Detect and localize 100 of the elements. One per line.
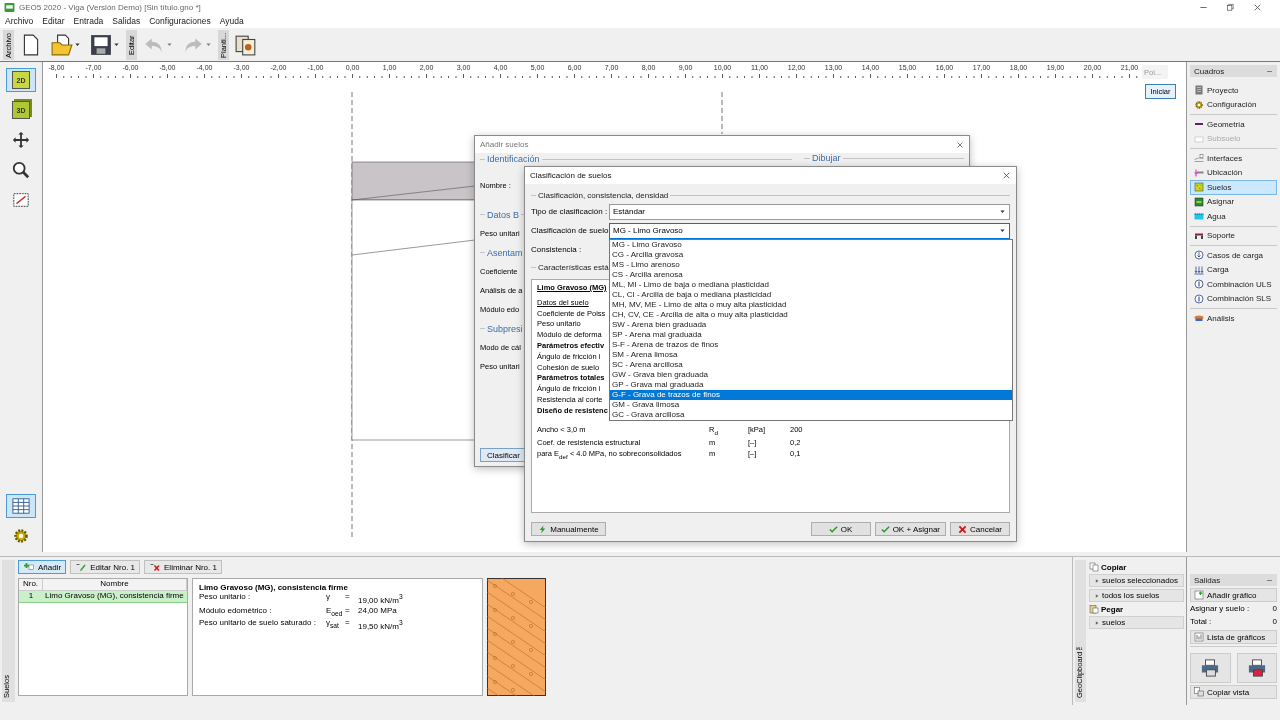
property-label: Peso unitario de suelo saturado : — [199, 618, 317, 630]
close-icon — [1253, 2, 1262, 12]
restore-icon — [1226, 2, 1235, 12]
printer-icon — [1247, 659, 1266, 677]
action-button[interactable]: Añadir — [18, 560, 67, 574]
delete-icon — [149, 562, 162, 572]
tool-button[interactable] — [6, 494, 36, 518]
menu-item[interactable]: Editar — [42, 16, 65, 26]
chart-list-icon — [1194, 632, 1204, 642]
classification-type-select[interactable]: Estándar — [609, 203, 1010, 220]
dialog-title: Clasificación de suelos — [530, 171, 612, 180]
count-value: 0 — [1272, 604, 1277, 615]
add-chart-icon — [1194, 590, 1204, 600]
close-icon — [958, 524, 967, 534]
property-symbol: γ$_{sat}$ — [326, 618, 340, 631]
equals-sign: = — [345, 605, 351, 617]
documents-icon — [235, 33, 257, 56]
analysis-icon — [1194, 313, 1204, 324]
panel-title: Cuadros — [1194, 66, 1225, 76]
menu-item[interactable]: Configuraciones — [149, 16, 211, 26]
field-label: Tipo de clasificación : — [531, 207, 609, 216]
equals-sign: = — [345, 618, 351, 630]
action-button[interactable]: Eliminar Nro. 1 — [144, 560, 222, 574]
column-header[interactable]: Nombre — [43, 579, 187, 591]
table-icon — [12, 497, 30, 515]
copy-view-icon — [1194, 687, 1204, 697]
layers-icon — [1194, 153, 1204, 164]
group-heading: Datos B — [487, 209, 519, 220]
dialog-button[interactable]: Cancelar — [950, 522, 1010, 536]
soil-class-select[interactable]: MG - Limo Gravoso — [609, 222, 1010, 239]
add-table-icon — [23, 562, 35, 572]
nav-item[interactable]: Combinación ULS — [1190, 277, 1277, 292]
clipboard-button[interactable]: suelos — [1089, 616, 1184, 629]
table-cell[interactable]: Limo Gravoso (MG), consistencia firme — [43, 591, 187, 603]
location-icon — [1194, 167, 1204, 178]
gear-icon — [1194, 99, 1204, 110]
dropdown-option[interactable]: G-F - Grava de trazos de finos — [610, 390, 1012, 400]
close-icon — [1002, 171, 1011, 180]
nav-item[interactable]: Casos de carga — [1190, 248, 1277, 263]
nav-item[interactable]: Configuración — [1190, 97, 1277, 112]
box-icon — [1194, 133, 1204, 144]
menu-item[interactable]: Archivo — [5, 16, 34, 26]
add-chart-button[interactable]: Añadir gráfico — [1190, 588, 1277, 602]
field-label: Clasificación de suelo — [531, 226, 609, 235]
group-heading: Dibujar — [812, 153, 841, 163]
nav-item[interactable]: Interfaces — [1190, 151, 1277, 166]
section-title: Copiar — [1101, 562, 1127, 572]
nav-item[interactable]: Soporte — [1190, 228, 1277, 243]
paste-icon — [1089, 604, 1099, 614]
printer-icon — [1201, 659, 1220, 677]
chart-list-button[interactable]: Lista de gráficos — [1190, 630, 1277, 644]
property-label: Módulo edométrico : — [199, 605, 273, 617]
classify-button[interactable]: Clasificar — [480, 448, 527, 462]
nav-item[interactable]: Agua — [1190, 209, 1277, 224]
menu-item[interactable]: Ayuda — [219, 16, 244, 26]
caret-icon — [113, 41, 120, 48]
pencil-icon — [75, 562, 88, 572]
nav-item[interactable]: Ubicación — [1190, 165, 1277, 180]
nav-item[interactable]: Suelos — [1190, 180, 1277, 195]
soil-block-icon — [1194, 196, 1204, 207]
nav-item[interactable]: Proyecto — [1190, 83, 1277, 98]
water-icon — [1194, 211, 1204, 222]
panel-title: Salidas — [1194, 575, 1221, 585]
circle-icon — [1194, 293, 1204, 304]
soil-block-icon — [1194, 182, 1204, 193]
dialog-button[interactable]: Manualmente — [531, 522, 606, 536]
field-label: Consistencia : — [531, 245, 583, 254]
menu-item[interactable]: Salidas — [112, 16, 141, 26]
count-label: Total : — [1190, 617, 1212, 628]
action-button[interactable]: Editar Nro. 1 — [70, 560, 141, 574]
dialog-button[interactable]: OK — [810, 522, 871, 536]
window-title: GEO5 2020 - Viga (Versión Demo) [Sin título.gno *] — [19, 2, 202, 12]
group-heading: Identificación — [487, 154, 540, 164]
clipboard-button[interactable]: suelos seleccionados — [1089, 574, 1184, 587]
print-button[interactable] — [1236, 653, 1277, 683]
fit-view-icon — [12, 191, 30, 209]
menu-item[interactable]: Entrada — [73, 16, 104, 26]
triangle-icon — [1094, 592, 1100, 599]
group-heading: Características está — [538, 262, 609, 272]
column-header[interactable]: Nro. — [19, 579, 43, 591]
copy-icon — [1089, 562, 1099, 572]
gear-icon — [12, 527, 30, 545]
print-button[interactable] — [1190, 653, 1231, 683]
nav-item[interactable]: Geometría — [1190, 117, 1277, 132]
property-value: 24,00 MPa — [358, 605, 398, 617]
caret-icon — [999, 208, 1006, 215]
clipboard-button[interactable]: todos los suelos — [1089, 589, 1184, 602]
copy-view-button[interactable]: Copiar vista — [1190, 685, 1277, 699]
folder-icon — [51, 33, 73, 56]
property-label: Peso unitario : — [199, 592, 252, 603]
nav-item[interactable]: Análisis — [1190, 311, 1277, 326]
group-heading: Asentam — [487, 247, 523, 258]
dialog-button[interactable]: OK + Asignar — [874, 522, 946, 536]
table-cell[interactable]: 1 — [19, 591, 43, 603]
nav-item[interactable]: Carga — [1190, 262, 1277, 277]
nav-item[interactable]: Asignar — [1190, 194, 1277, 209]
nav-item[interactable]: Combinación SLS — [1190, 291, 1277, 306]
property-value: 19,00 kN/m$^{3}$ — [358, 592, 404, 606]
arrow-circle-icon — [1194, 250, 1204, 261]
caret-icon — [205, 41, 212, 48]
